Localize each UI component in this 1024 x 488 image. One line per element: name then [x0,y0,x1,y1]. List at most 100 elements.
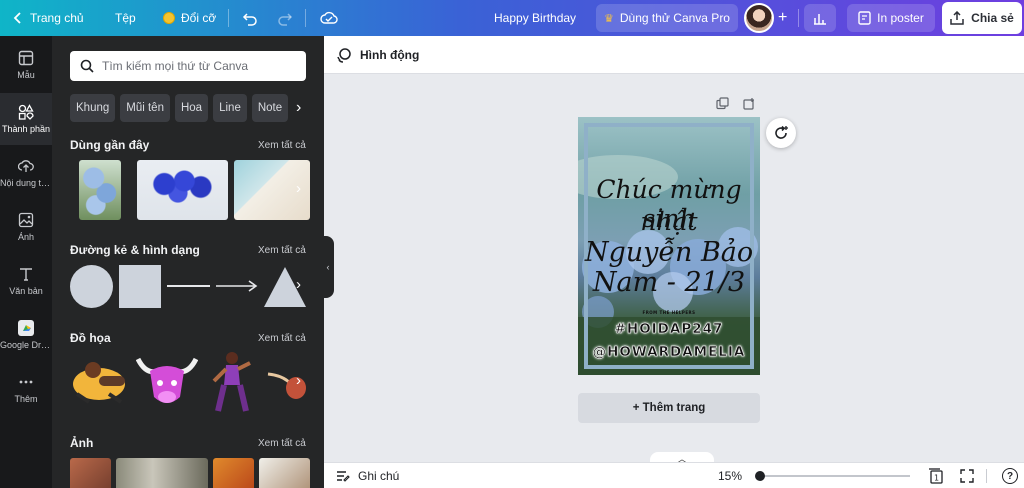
chip-line[interactable]: Line [213,94,247,122]
rail-item-templates[interactable]: Mẫu [0,39,52,91]
crown-icon: ♛ [604,12,614,25]
redo-button[interactable] [277,0,293,36]
poster-line-3[interactable]: Nguyễn Bảo [578,237,760,268]
collapse-panel-button[interactable]: ‹ [322,236,334,298]
rail-label: Google Drive [0,340,52,350]
duplicate-page-icon[interactable] [716,97,729,110]
rail-item-uploads[interactable]: Nội dung tải lên [0,147,52,199]
search-input[interactable]: Tìm kiếm mọi thứ từ Canva [70,51,306,81]
notes-label: Ghi chú [358,469,400,483]
shape-square[interactable] [119,265,161,308]
photo-item[interactable] [70,458,111,488]
poster-tag-1[interactable]: #HOIDAP247 [578,321,760,338]
photo-item[interactable] [116,458,208,488]
rail-label: Thêm [14,394,38,404]
chevron-right-icon: › [296,99,302,116]
see-all-photos[interactable]: Xem tất cả [258,438,306,449]
animate-icon [337,47,351,63]
zoom-slider[interactable] [760,475,910,477]
fullscreen-button[interactable] [960,463,974,488]
resize-button[interactable]: Đổi cỡ [163,0,216,36]
rail-item-more[interactable]: Thêm [0,363,52,415]
print-poster-button[interactable]: In poster [847,4,935,32]
divider [228,9,229,27]
rail-label: Mẫu [17,70,35,80]
graphics-next-button[interactable]: › [296,372,310,389]
try-pro-button[interactable]: ♛ Dùng thử Canva Pro [596,4,738,32]
zoom-slider-handle[interactable] [755,471,765,481]
chip-flowers[interactable]: Hoa [174,94,209,122]
shape-circle[interactable] [70,265,113,308]
share-icon [950,11,964,25]
poster-small-text[interactable]: FROM THE HELPERS [578,310,760,315]
graphic-person-dancing[interactable] [210,351,252,413]
add-page-button[interactable]: + Thêm trang [578,393,760,423]
share-button[interactable]: Chia sẻ [942,2,1022,34]
doc-title-text: Happy Birthday [494,11,577,25]
elements-panel: Tìm kiếm mọi thứ từ Canva Khung Mũi tên … [52,36,324,488]
rail-item-text[interactable]: Văn bản [0,255,52,307]
see-all-graphics[interactable]: Xem tất cả [258,333,306,344]
recent-item-hydrangea[interactable] [79,160,121,220]
photo-item[interactable] [259,458,310,488]
shape-arrow[interactable] [215,279,259,293]
zoom-level[interactable]: 15% [718,463,742,488]
divider [986,469,987,483]
bottom-bar: Ghi chú 15% 1 ? [324,462,1024,488]
poster-tag-2[interactable]: @HOWARDAMELIA [578,344,760,361]
page-count-button[interactable]: 1 [928,463,944,488]
add-collaborator-button[interactable]: + [778,0,787,36]
filter-chips: Khung Mũi tên Hoa Line Note [70,94,289,122]
add-page-label: + Thêm trang [632,402,706,414]
top-bar: Trang chủ Tệp Đổi cỡ Happy Birthday ♛ Dù… [0,0,1024,36]
search-placeholder: Tìm kiếm mọi thứ từ Canva [102,59,249,73]
print-label: In poster [877,11,924,25]
see-all-recent[interactable]: Xem tất cả [258,140,306,151]
recent-next-button[interactable]: › [296,180,310,197]
more-icon [19,380,33,384]
add-page-icon[interactable] [743,97,756,110]
poster-line-4[interactable]: Nam - 21/3 [578,267,760,298]
plus-icon: + [778,9,788,26]
avatar[interactable] [744,3,774,33]
graphic-person-relaxing[interactable] [69,354,131,406]
home-button[interactable]: Trang chủ [12,0,84,36]
recent-item-blue-flowers[interactable] [137,160,228,220]
chips-next-button[interactable]: › [296,94,310,122]
document-title[interactable]: Happy Birthday [494,0,576,36]
expand-icon [960,469,974,483]
design-page[interactable]: Chúc mừng sinh nhật Nguyễn Bảo Nam - 21/… [578,117,760,375]
insights-button[interactable] [804,4,836,32]
notes-button[interactable]: Ghi chú [336,463,399,488]
zoom-value: 15% [718,469,743,483]
poster-line-2[interactable]: nhật [578,207,760,236]
section-title-photos: Ảnh [70,436,94,450]
undo-button[interactable] [242,0,258,36]
file-label: Tệp [115,11,136,25]
chip-frames[interactable]: Khung [70,94,116,122]
divider [798,9,799,27]
shape-line[interactable] [167,285,210,287]
shapes-next-button[interactable]: › [296,276,310,293]
section-title-recent: Dùng gần đây [70,138,150,152]
graphic-bull-head[interactable] [136,353,198,409]
cloud-save-status[interactable] [320,0,338,36]
animate-button[interactable]: Hình động [336,47,419,63]
section-title-shapes: Đường kẻ & hình dạng [70,243,200,257]
photo-item[interactable] [213,458,254,488]
rail-label: Thành phần [1,124,51,134]
rail-item-google-drive[interactable]: Google Drive [0,309,52,361]
chip-note[interactable]: Note [251,94,289,122]
help-icon: ? [1002,468,1018,484]
help-button[interactable]: ? [1002,463,1018,488]
chip-arrows[interactable]: Mũi tên [120,94,170,122]
template-icon [18,50,34,66]
divider [305,9,306,27]
see-all-shapes[interactable]: Xem tất cả [258,245,306,256]
file-menu[interactable]: Tệp [115,0,136,36]
rail-item-elements[interactable]: Thành phần [0,93,52,145]
rail-label: Nội dung tải lên [0,178,52,188]
rail-item-photos[interactable]: Ảnh [0,201,52,253]
search-icon [80,59,94,73]
magic-refresh-button[interactable] [766,118,796,148]
